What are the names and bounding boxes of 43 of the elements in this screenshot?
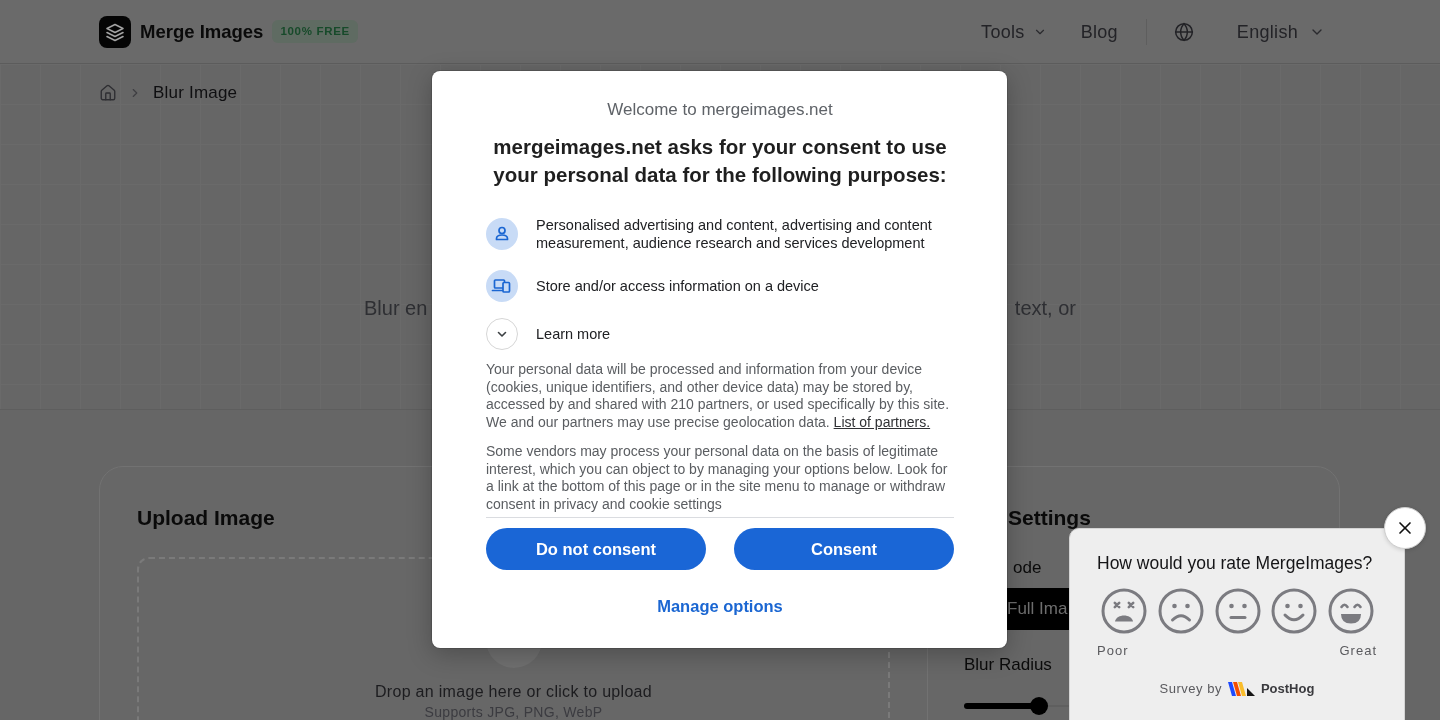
smiling-face-icon[interactable] [1271, 588, 1318, 634]
devices-icon [486, 270, 518, 302]
scale-label: Great [1339, 643, 1377, 659]
consent-description: Some vendors may process your personal data on the basis of legitimate interest, which you can object to by managing your options below. Look for a link at the bottom of this page or in the site menu to manage or withdraw consent in privacy and cookie settings [486, 443, 949, 513]
partners-link[interactable]: List of partners. [833, 413, 931, 430]
drop-text: Drop an image here or click to upload [375, 682, 652, 702]
breadcrumb-current: Blur Image [153, 82, 238, 104]
layers-logo-icon[interactable] [99, 15, 131, 48]
person-icon [486, 218, 518, 250]
field-label: Blur Radius [964, 655, 1052, 675]
dialog-title: mergeimages.net asks for your consent to use your personal data for the following purposes: [492, 134, 948, 188]
globe-icon [1173, 21, 1194, 42]
striped-logo-icon [1227, 682, 1255, 696]
neutral-face-icon[interactable] [1214, 588, 1261, 634]
language-select[interactable]: English [1236, 20, 1325, 43]
field-label: ode [1013, 558, 1042, 578]
close-button[interactable] [1384, 507, 1426, 549]
grinning-face-icon[interactable] [1328, 588, 1374, 634]
subtitle-text: text, or [1014, 296, 1076, 321]
survey-question: How would you rate MergeImages? [1097, 552, 1374, 575]
learn-more-button[interactable]: Learn more [486, 318, 611, 350]
nav-link[interactable]: Tools [981, 20, 1047, 43]
mode-button[interactable]: Full Ima [1007, 588, 1069, 630]
panel-title: Upload Image [137, 505, 275, 531]
brand-name: PostHog [1260, 680, 1315, 698]
consent-description: Your personal data will be processed and information from your device (cookies, unique identifiers, and other device data) may be stored by, accessed by and shared with 210 partners, or used specifically by this site. We and our partners may use precise geolocation data. List of partners. [486, 361, 951, 431]
footer-text: Survey by [1159, 680, 1222, 698]
home-icon[interactable] [99, 84, 117, 102]
dizzy-face-icon[interactable] [1101, 588, 1147, 634]
panel-title: Settings [1008, 505, 1091, 531]
purpose-text: Personalised advertising and content, advertising and content measurement, audience research and services development [536, 216, 933, 252]
brand-name[interactable]: Merge Images [140, 20, 264, 43]
slider-thumb[interactable] [1029, 697, 1048, 715]
nav-link[interactable]: Blog [1080, 20, 1118, 43]
free-badge: 100% FREE [272, 20, 358, 43]
frowning-face-icon[interactable] [1157, 588, 1204, 634]
accept-button[interactable]: Consent [734, 528, 954, 570]
subtitle-text: Blur en [364, 296, 428, 321]
manage-options-link[interactable]: Manage options [657, 595, 783, 617]
scale-label: Poor [1097, 643, 1129, 659]
decline-button[interactable]: Do not consent [486, 528, 706, 570]
purpose-text: Store and/or access information on a device [536, 277, 819, 295]
welcome-text: Welcome to mergeimages.net [606, 99, 834, 121]
